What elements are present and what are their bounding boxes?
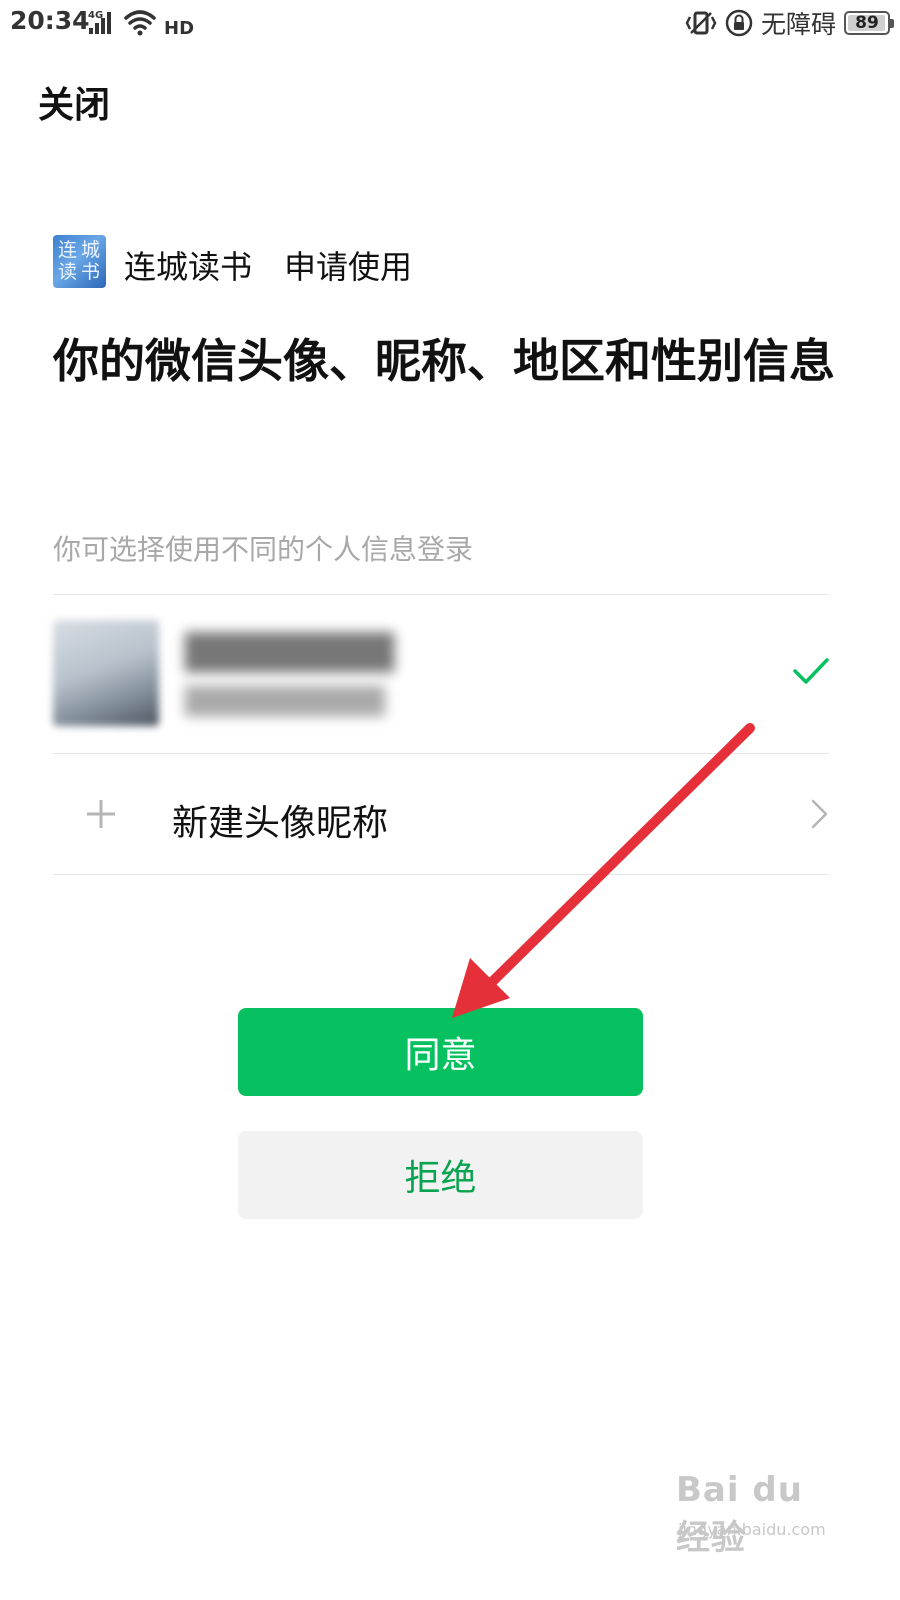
hd-icon: HD — [164, 18, 194, 36]
status-right: 无障碍 89 — [685, 6, 894, 40]
app-logo-char: 书 — [81, 261, 101, 283]
wechat-profile-option[interactable]: ████████ ██████████ — [53, 595, 829, 753]
baidu-watermark: Bai du 经验 jingyan.baidu.com — [676, 1470, 846, 1558]
new-profile-option[interactable]: 新建头像昵称 — [53, 754, 829, 874]
divider — [53, 874, 829, 875]
status-bar: 20:34 4G HD 无障碍 89 — [0, 0, 900, 48]
app-request-label: 申请使用 — [284, 248, 413, 286]
signal-wifi-hd-icons: 4G HD — [88, 10, 194, 36]
check-icon — [793, 658, 829, 684]
status-time: 20:34 — [10, 6, 90, 35]
battery-level: 89 — [855, 13, 879, 33]
app-logo-char: 城 — [81, 239, 101, 261]
accessibility-label: 无障碍 — [760, 10, 836, 39]
avatar — [53, 620, 159, 726]
watermark-url: jingyan.baidu.com — [678, 1520, 826, 1539]
vibrate-icon — [685, 11, 717, 35]
new-profile-label: 新建头像昵称 — [172, 803, 389, 844]
watermark-logo: Bai du 经验 — [676, 1470, 803, 1558]
agree-button[interactable]: 同意 — [238, 1008, 643, 1096]
profile-subtitle-blurred: ██████████ — [185, 687, 385, 717]
permission-headline: 你的微信头像、昵称、地区和性别信息 — [53, 334, 835, 388]
plus-icon — [87, 800, 115, 828]
chevron-right-icon — [811, 799, 828, 829]
profile-hint: 你可选择使用不同的个人信息登录 — [53, 533, 474, 566]
wifi-icon — [124, 10, 156, 30]
app-name: 连城读书 — [124, 248, 253, 286]
battery-icon: 89 — [844, 11, 894, 35]
app-logo: 连 城 读 书 — [53, 235, 106, 288]
app-logo-char: 读 — [58, 261, 78, 283]
reject-button[interactable]: 拒绝 — [238, 1131, 643, 1219]
network-type-icon: 4G — [88, 10, 103, 21]
lock-rotation-icon — [725, 9, 753, 37]
profile-name-blurred: ████████ — [185, 633, 395, 673]
app-logo-char: 连 — [58, 239, 78, 261]
close-button[interactable]: 关闭 — [38, 76, 110, 128]
